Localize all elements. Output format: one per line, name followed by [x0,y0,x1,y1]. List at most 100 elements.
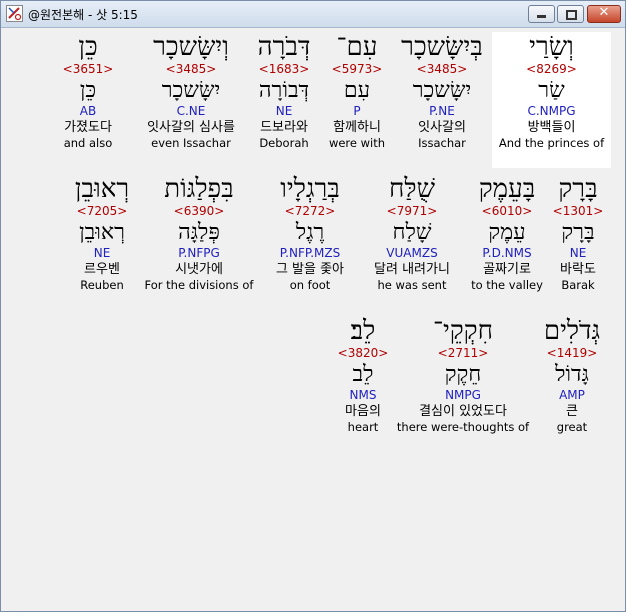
english-gloss: Reuben [80,278,124,292]
word-block-selected[interactable]: וְשָׂרַי <8269> שַׂר C.NMPG 방백들이 And the… [492,32,611,168]
english-gloss: Deborah [259,136,309,150]
korean-gloss: 큰 [566,404,578,419]
korean-gloss: 달려 내려가니 [374,262,450,277]
morphology-code: AB [79,104,97,118]
hebrew-lexeme: שָׁלַח [392,220,432,245]
hebrew-lexeme: פְּלַגָּה [178,220,220,245]
hebrew-word: כֵּן [78,32,98,62]
morphology-code: NE [275,104,293,118]
hebrew-word: גְּדֹלִים [543,316,601,346]
app-window: @원전본해 - 삿 5:15 ✕ וְשָׂרַי <8269> שַׂר C.… [0,0,626,612]
morphology-code: AMP [559,388,585,402]
title-bar[interactable]: @원전본해 - 삿 5:15 ✕ [1,1,625,28]
korean-gloss: 드보라와 [260,120,308,135]
strong-number[interactable]: <3820> [330,346,396,361]
korean-gloss: 잇사갈의 심사를 [147,120,235,135]
english-gloss: Barak [561,278,595,292]
hebrew-word: רְאוּבֵן [74,174,130,204]
morphology-code: P.NFPG [178,246,220,260]
hebrew-lexeme: רֶגֶל [295,220,325,245]
word-block[interactable]: וְיִשָּׂשכָר <3485> יִשָּׂשכָר C.NE 잇사갈의… [134,32,248,151]
strong-number[interactable]: <6010> [466,204,548,219]
strong-number[interactable]: <5973> [318,62,396,77]
english-gloss: to the valley [471,278,543,292]
strong-number[interactable]: <6390> [140,204,258,219]
hebrew-word: וְשָׂרַי [529,32,574,62]
english-gloss: were with [328,136,386,150]
word-block[interactable]: בִּפְלַגּוֹת <6390> פְּלַגָּה P.NFPG 시냇가… [140,174,258,293]
word-block[interactable]: דְּבֹרָה <1683> דְּבוֹרָה NE 드보라와 Debora… [242,32,326,151]
word-block[interactable]: עִם־ <5973> עִם P 함께하니 were with [318,32,396,151]
english-gloss: For the divisions of [144,278,254,292]
hebrew-word: עִם־ [336,32,378,62]
close-button[interactable]: ✕ [587,5,621,23]
korean-gloss: 잇사갈의 [418,120,466,135]
strong-number[interactable]: <2711> [396,346,530,361]
morphology-code: P.NE [429,104,455,118]
strong-number[interactable]: <1419> [536,346,608,361]
morphology-code: C.NMPG [527,104,576,118]
hebrew-word: חִקְקֵי־ [433,316,493,346]
korean-gloss: 그 발을 좇아 [275,262,345,277]
hebrew-lexeme: לֵב [352,362,374,387]
word-block[interactable]: כֵּן <3651> כֵּן AB 가졌도다 and also [52,32,124,151]
hebrew-word: וְיִשָּׂשכָר [153,32,229,62]
minimize-button[interactable] [528,5,555,23]
strong-number[interactable]: <7272> [258,204,362,219]
hebrew-word: בְּרַגְלָיו [280,174,340,204]
word-block[interactable]: חִקְקֵי־ <2711> חֵקֶק NMPG 결심이 있었도다 ther… [396,316,530,435]
korean-gloss: 방백들이 [527,120,576,135]
morphology-code: P [353,104,361,118]
morphology-code: P.NFP.MZS [279,246,341,260]
strong-number[interactable]: <8269> [492,62,611,77]
english-gloss: Issachar [418,136,466,150]
close-icon: ✕ [598,5,610,20]
hebrew-word: דְּבֹרָה [257,32,311,62]
hebrew-lexeme: שַׂר [538,78,565,103]
strong-number[interactable]: <1301> [548,204,608,219]
hebrew-word: שֻׁלַּח [389,174,435,204]
word-block[interactable]: בְּרַגְלָיו <7272> רֶגֶל P.NFP.MZS 그 발을 … [258,174,362,293]
morphology-code: NE [93,246,111,260]
strong-number[interactable]: <3651> [52,62,124,77]
window-title: @원전본해 - 삿 5:15 [28,8,138,22]
strong-number[interactable]: <7971> [364,204,460,219]
hebrew-word: לֵב׃ [350,316,376,346]
interlinear-content: וְשָׂרַי <8269> שַׂר C.NMPG 방백들이 And the… [8,28,619,606]
hebrew-word: בִּפְלַגּוֹת [164,174,234,204]
english-gloss: he was sent [377,278,447,292]
morphology-code: VUAMZS [386,246,438,260]
strong-number[interactable]: <3485> [134,62,248,77]
english-gloss: And the princes of [498,136,605,150]
maximize-button[interactable] [557,5,584,23]
hebrew-lexeme: דְּבוֹרָה [258,78,310,103]
app-logo-icon [6,5,23,22]
hebrew-lexeme: כֵּן [79,78,97,103]
morphology-code: P.D.NMS [482,246,532,260]
word-block[interactable]: בְּיִשָּׂשכָר <3485> יִשָּׂשכָר P.NE 잇사갈… [392,32,492,151]
korean-gloss: 함께하니 [333,120,381,135]
strong-number[interactable]: <1683> [242,62,326,77]
hebrew-lexeme: יִשָּׂשכָר [161,78,221,103]
korean-gloss: 르우벤 [84,262,120,277]
english-gloss: on foot [289,278,331,292]
word-block[interactable]: שֻׁלַּח <7971> שָׁלַח VUAMZS 달려 내려가니 he … [364,174,460,293]
word-block[interactable]: גְּדֹלִים <1419> גָּדוֹל AMP 큰 great [536,316,608,435]
morphology-code: NMS [349,388,377,402]
korean-gloss: 결심이 있었도다 [419,404,507,419]
strong-number[interactable]: <3485> [392,62,492,77]
word-block[interactable]: רְאוּבֵן <7205> רְאוּבֵן NE 르우벤 Reuben [64,174,140,293]
hebrew-word: בָּרָק [558,174,598,204]
hebrew-lexeme: בָּרָק [561,220,595,245]
word-block[interactable]: לֵב׃ <3820> לֵב NMS 마음의 heart [330,316,396,435]
strong-number[interactable]: <7205> [64,204,140,219]
english-gloss: heart [347,420,379,434]
hebrew-lexeme: חֵקֶק [444,362,482,387]
english-gloss: even Issachar [151,136,231,150]
hebrew-lexeme: רְאוּבֵן [79,220,125,245]
word-block[interactable]: בָּרָק <1301> בָּרָק NE 바락도 Barak [548,174,608,293]
english-gloss: great [556,420,588,434]
word-block[interactable]: בָּעֵמֶק <6010> עֵמֶק P.D.NMS 골짜기로 to th… [466,174,548,293]
korean-gloss: 바락도 [560,262,596,277]
hebrew-word: בְּיִשָּׂשכָר [401,32,483,62]
